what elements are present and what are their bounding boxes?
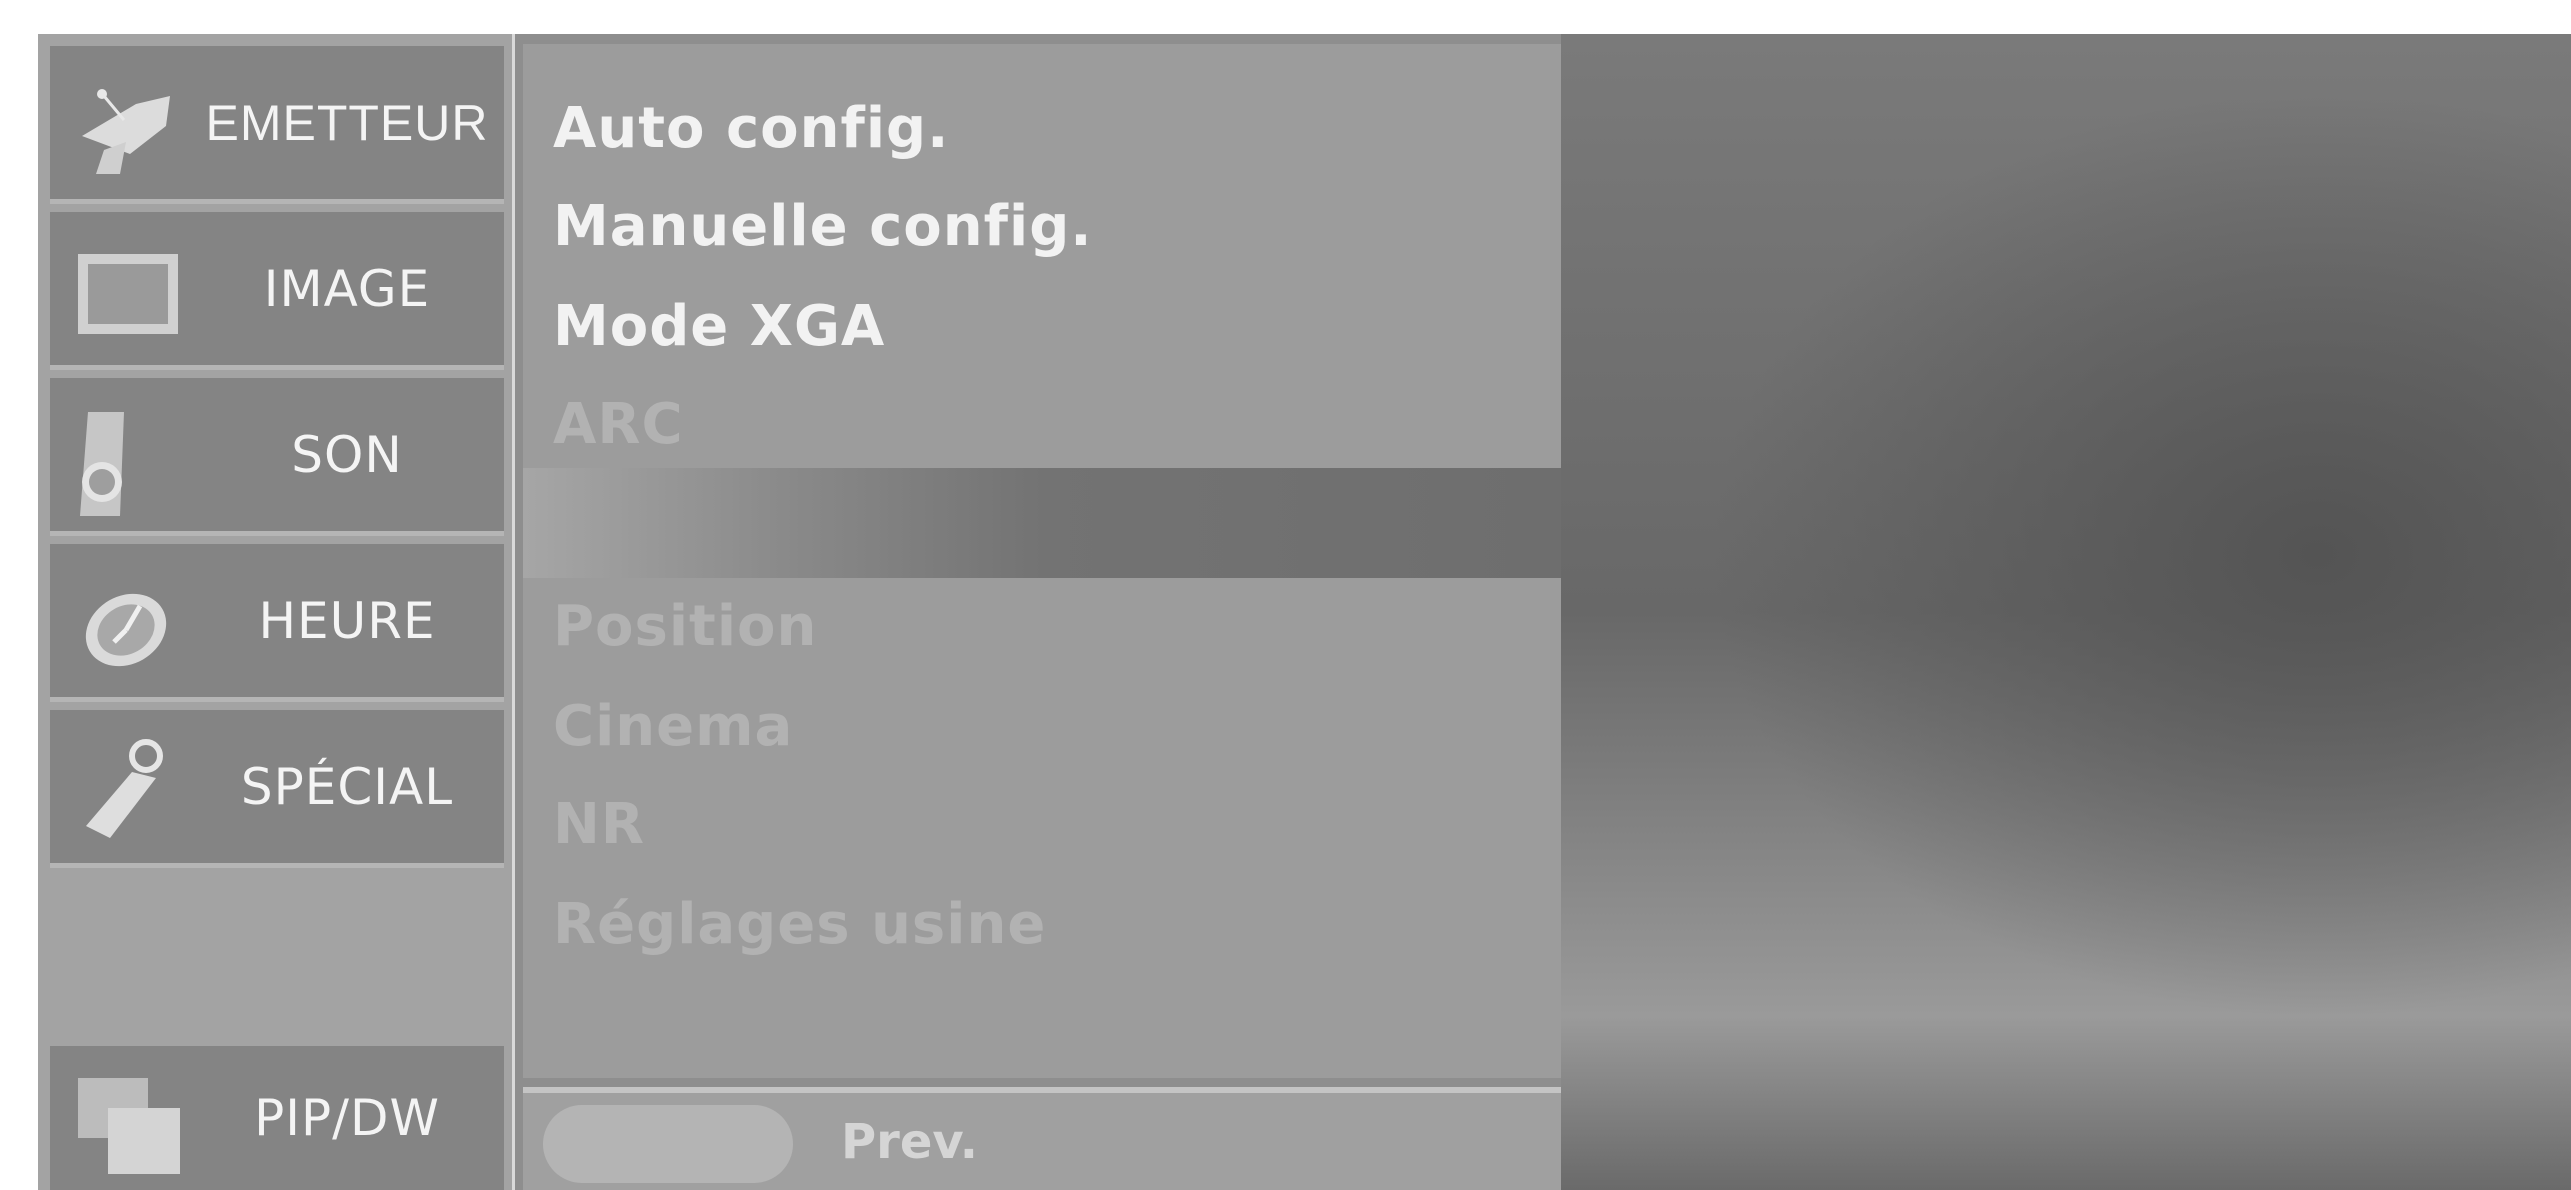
sidebar-item-son[interactable]: SON <box>50 378 504 536</box>
sidebar-item-image[interactable]: IMAGE <box>50 212 504 370</box>
footer-bar: Prev. <box>523 1087 1561 1190</box>
speaker-icon <box>80 412 124 516</box>
menu-item-arc: ARC <box>553 392 684 457</box>
menu-item-mode-xga[interactable]: Mode XGA <box>553 294 885 359</box>
submenu-panel: Auto config. Manuelle config. Mode XGA A… <box>523 44 1561 1078</box>
menu-item-nr: NR <box>553 792 645 857</box>
menu-item-position: Position <box>553 594 818 659</box>
key-tag-icon <box>86 739 163 838</box>
menu-item-auto-config[interactable]: Auto config. <box>553 96 949 161</box>
prev-button[interactable] <box>543 1105 793 1183</box>
sidebar-item-label: PIP/DW <box>254 1089 440 1147</box>
picture-icon <box>78 254 178 334</box>
selected-row-highlight[interactable] <box>523 468 1561 578</box>
sidebar-item-emetteur[interactable]: EMETTEUR <box>50 46 504 204</box>
menu-item-manuelle-config[interactable]: Manuelle config. <box>553 194 1093 259</box>
pip-windows-icon <box>78 1078 180 1174</box>
sidebar-item-label: SPÉCIAL <box>240 757 454 816</box>
clock-icon <box>85 593 167 667</box>
menu-item-cinema: Cinema <box>553 694 794 759</box>
sidebar-item-label: IMAGE <box>263 259 431 318</box>
sidebar-item-label: HEURE <box>258 591 436 650</box>
category-sidebar: EMETTEUR IMAGE SON HEURE SPÉCIAL PIP/DW <box>38 34 515 1190</box>
sidebar-item-pip[interactable]: PIP/DW <box>50 1046 504 1190</box>
video-preview-area <box>1561 34 2571 1190</box>
prev-label: Prev. <box>841 1113 979 1170</box>
sidebar-item-label: SON <box>291 425 403 484</box>
satellite-dish-icon <box>82 89 170 174</box>
sidebar-item-heure[interactable]: HEURE <box>50 544 504 702</box>
sidebar-item-label: EMETTEUR <box>205 94 489 151</box>
sidebar-item-special[interactable]: SPÉCIAL <box>50 710 504 868</box>
menu-item-reglages-usine: Réglages usine <box>553 892 1047 957</box>
